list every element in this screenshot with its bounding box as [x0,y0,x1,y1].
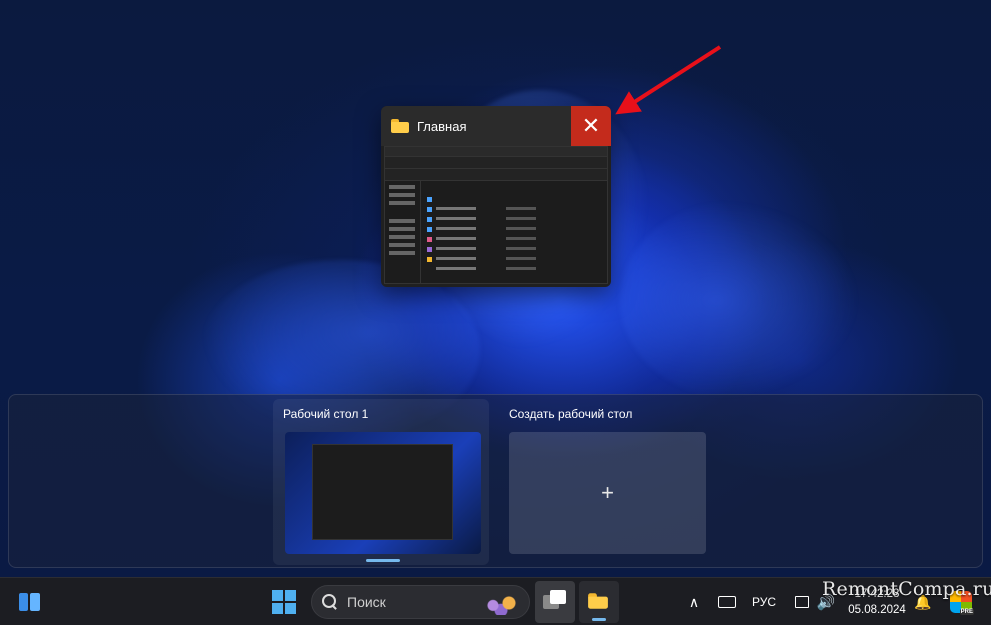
file-explorer-button[interactable] [579,581,619,623]
folder-icon [391,119,409,133]
search-placeholder: Поиск [347,594,386,610]
virtual-desktops-panel [8,394,983,568]
window-preview-title: Главная [417,118,467,134]
running-indicator [592,618,606,621]
watermark: RemontCompa.ru [822,578,991,600]
active-desktop-indicator [366,559,400,562]
search-icon [322,594,338,610]
widgets-icon[interactable] [16,590,44,614]
clock-date: 05.08.2024 [848,604,906,616]
start-button[interactable] [272,590,296,614]
new-desktop-button[interactable]: + [509,432,706,554]
taskbar-search[interactable]: Поиск [311,585,530,619]
new-desktop-label: Создать рабочий стол [509,407,633,421]
task-view-button[interactable] [535,581,575,623]
wallpaper-petal [620,200,860,400]
desktop-1-thumbnail[interactable] [285,432,481,554]
folder-icon [588,593,608,609]
close-window-button[interactable]: ✕ [571,106,611,146]
network-icon[interactable] [790,578,814,625]
input-language-indicator[interactable]: РУС [748,578,780,625]
window-preview-card[interactable]: Главная ✕ [381,106,611,287]
desktop-1-window-thumbnail [312,444,453,540]
touch-keyboard-icon[interactable] [713,578,741,625]
search-highlight-icon [481,591,521,615]
desktop-1-label: Рабочий стол 1 [283,407,369,421]
window-thumbnail [384,146,608,284]
show-hidden-icons-chevron[interactable]: ∧ [684,578,704,625]
